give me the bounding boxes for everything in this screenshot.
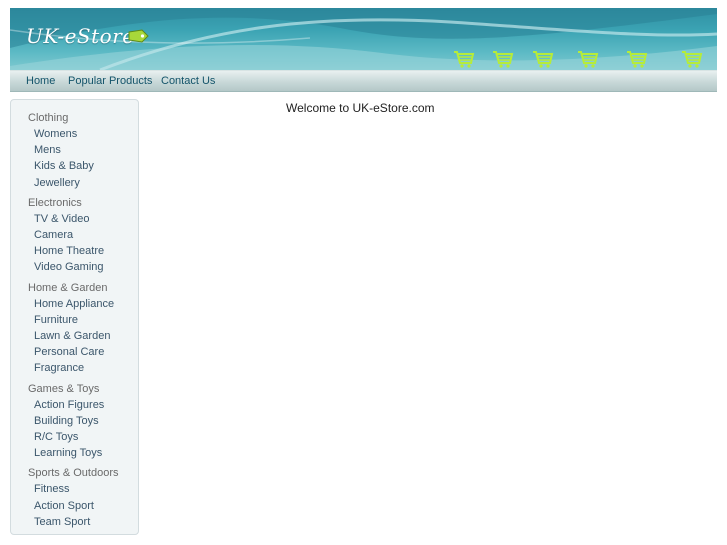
price-tag-icon [128, 29, 149, 43]
sidebar-item-video-gaming[interactable]: Video Gaming [34, 261, 104, 273]
sidebar-item-building-toys[interactable]: Building Toys [34, 415, 99, 427]
category-heading-games-toys: Games & Toys [28, 383, 100, 395]
sidebar-item-team-sport[interactable]: Team Sport [34, 516, 90, 528]
category-heading-sports-outdoors: Sports & Outdoors [28, 467, 119, 479]
sidebar-item-kids-baby[interactable]: Kids & Baby [34, 160, 94, 172]
sidebar-item-fragrance[interactable]: Fragrance [34, 362, 84, 374]
category-heading-electronics: Electronics [28, 197, 82, 209]
site-logo[interactable]: UK-eStore [26, 24, 135, 48]
category-sidebar: Clothing Womens Mens Kids & Baby Jewelle… [10, 99, 139, 535]
shopping-cart-icon[interactable] [681, 49, 703, 69]
nav-home-link[interactable]: Home [26, 75, 55, 87]
sidebar-item-personal-care[interactable]: Personal Care [34, 346, 104, 358]
sidebar-item-home-appliance[interactable]: Home Appliance [34, 298, 114, 310]
shopping-cart-icon[interactable] [453, 49, 475, 69]
nav-popular-products-link[interactable]: Popular Products [68, 75, 152, 87]
category-heading-home-garden: Home & Garden [28, 282, 108, 294]
category-heading-clothing: Clothing [28, 112, 69, 124]
sidebar-item-action-figures[interactable]: Action Figures [34, 399, 104, 411]
sidebar-item-tv-video[interactable]: TV & Video [34, 213, 89, 225]
nav-divider [10, 91, 717, 92]
sidebar-item-home-theatre[interactable]: Home Theatre [34, 245, 104, 257]
sidebar-item-fitness[interactable]: Fitness [34, 483, 69, 495]
sidebar-item-rc-toys[interactable]: R/C Toys [34, 431, 78, 443]
sidebar-item-lawn-garden[interactable]: Lawn & Garden [34, 330, 110, 342]
sidebar-item-learning-toys[interactable]: Learning Toys [34, 447, 102, 459]
sidebar-item-mens[interactable]: Mens [34, 144, 61, 156]
welcome-message: Welcome to UK-eStore.com [286, 101, 435, 115]
shopping-cart-icon[interactable] [492, 49, 514, 69]
shopping-cart-icon[interactable] [577, 49, 599, 69]
sidebar-item-womens[interactable]: Womens [34, 128, 77, 140]
page-top-margin [0, 0, 727, 8]
shopping-cart-icon[interactable] [532, 49, 554, 69]
sidebar-item-action-sport[interactable]: Action Sport [34, 500, 94, 512]
nav-contact-us-link[interactable]: Contact Us [161, 75, 215, 87]
sidebar-item-furniture[interactable]: Furniture [34, 314, 78, 326]
main-nav: Home Popular Products Contact Us [10, 70, 717, 91]
sidebar-item-jewellery[interactable]: Jewellery [34, 177, 80, 189]
shopping-cart-icon[interactable] [626, 49, 648, 69]
sidebar-item-camera[interactable]: Camera [34, 229, 73, 241]
header-banner: UK-eStore [10, 8, 717, 70]
